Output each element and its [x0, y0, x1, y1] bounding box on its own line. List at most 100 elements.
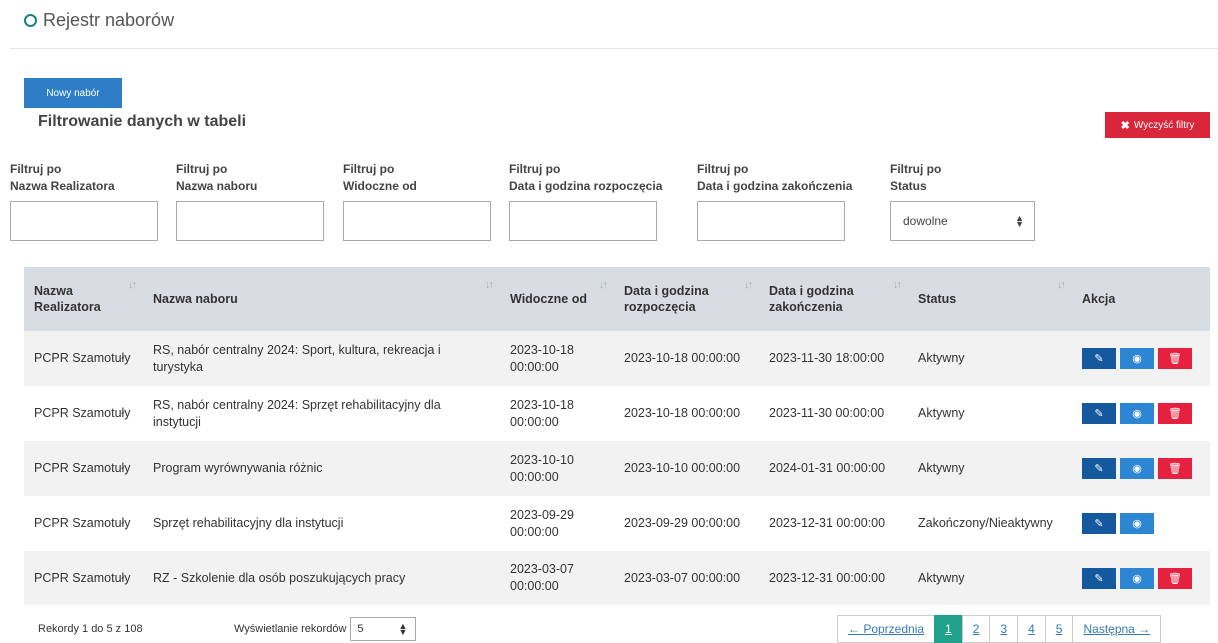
column-header-realizator[interactable]: Nazwa Realizatora ↓↑ [24, 267, 143, 331]
filter-realizator-input[interactable] [10, 201, 158, 241]
view-button[interactable]: ◉ [1120, 403, 1154, 424]
edit-button[interactable]: ✎ [1082, 458, 1116, 479]
table-row: PCPR Szamotuły RS, nabór centralny 2024:… [24, 331, 1210, 386]
filter-status-select[interactable]: dowolne ▲ ▼ [890, 201, 1035, 241]
page-link-1[interactable]: 1 [934, 615, 963, 643]
filter-label-prefix: Filtruj po [890, 162, 942, 176]
page-link-4[interactable]: 4 [1017, 615, 1046, 643]
eye-icon: ◉ [1132, 353, 1142, 365]
filter-label-prefix: Filtruj po [697, 162, 749, 176]
close-icon: ✖ [1120, 119, 1130, 132]
filter-label-prefix: Filtruj po [10, 162, 62, 176]
cell-actions: ✎ ◉ 🗑 [1072, 331, 1210, 386]
column-header-akcja: Akcja [1072, 267, 1210, 331]
prev-page-link[interactable]: ← Poprzednia [837, 615, 936, 643]
filter-end-date-input[interactable] [697, 201, 845, 241]
eye-icon: ◉ [1132, 463, 1142, 475]
column-label: Nazwa Realizatora [34, 284, 101, 314]
page-size-value: 5 [357, 623, 364, 635]
view-button[interactable]: ◉ [1120, 348, 1154, 369]
sort-icon: ↓↑ [1057, 279, 1066, 291]
view-button[interactable]: ◉ [1120, 458, 1154, 479]
column-header-start[interactable]: Data i godzina rozpoczęcia ↓↑ [614, 267, 759, 331]
cell-widoczne-od: 2023-10-18 00:00:00 [500, 386, 614, 441]
cell-actions: ✎ ◉ 🗑 [1072, 441, 1210, 496]
updown-icon: ▲ ▼ [398, 621, 408, 637]
cell-realizator: PCPR Szamotuły [24, 551, 143, 605]
pencil-icon: ✎ [1094, 463, 1104, 475]
column-label: Data i godzina rozpoczęcia [624, 284, 709, 314]
filter-label: Widoczne od [343, 179, 417, 193]
sort-icon: ↓↑ [485, 279, 494, 291]
filter-label: Nazwa Realizatora [10, 179, 115, 193]
sort-icon: ↓↑ [599, 279, 608, 291]
cell-actions: ✎ ◉ 🗑 [1072, 386, 1210, 441]
delete-button[interactable]: 🗑 [1158, 348, 1192, 369]
cell-status: Aktywny [908, 551, 1072, 605]
table-row: PCPR Szamotuły Program wyrównywania różn… [24, 441, 1210, 496]
filter-end-date: Filtruj po Data i godzina zakończenia [697, 161, 852, 241]
column-label: Status [918, 292, 957, 306]
cell-start: 2023-10-18 00:00:00 [614, 331, 759, 386]
view-button[interactable]: ◉ [1120, 567, 1154, 589]
cell-status: Aktywny [908, 331, 1072, 386]
edit-button[interactable]: ✎ [1082, 403, 1116, 424]
cell-start: 2023-10-10 00:00:00 [614, 441, 759, 496]
sort-icon: ↓↑ [128, 279, 137, 291]
edit-button[interactable]: ✎ [1082, 348, 1116, 369]
cell-start: 2023-09-29 00:00:00 [614, 496, 759, 551]
cell-widoczne-od: 2023-03-07 00:00:00 [500, 551, 614, 605]
cell-actions: ✎ ◉ [1072, 496, 1210, 551]
cell-realizator: PCPR Szamotuły [24, 496, 143, 551]
column-label: Nazwa naboru [153, 292, 238, 306]
page-size-select[interactable]: 5 ▲ ▼ [350, 617, 417, 641]
cell-nabor: Program wyrównywania różnic [143, 441, 500, 496]
edit-button[interactable]: ✎ [1082, 567, 1116, 589]
filter-nabor-input[interactable] [176, 201, 324, 241]
filter-label: Data i godzina rozpoczęcia [509, 179, 663, 193]
page-link-2[interactable]: 2 [961, 615, 991, 643]
pencil-icon: ✎ [1094, 353, 1104, 365]
sort-icon: ↓↑ [744, 279, 753, 291]
column-header-nabor[interactable]: Nazwa naboru ↓↑ [143, 267, 500, 331]
page-title: Rejestr naborów [43, 10, 175, 30]
filter-label-prefix: Filtruj po [176, 162, 228, 176]
next-page-link[interactable]: Następna → [1072, 615, 1162, 643]
cell-realizator: PCPR Szamotuły [24, 441, 143, 496]
page-size-control: Wyświetlanie rekordów 5 ▲ ▼ [234, 617, 417, 641]
cell-realizator: PCPR Szamotuły [24, 386, 143, 441]
filter-widoczne-od: Filtruj po Widoczne od [343, 161, 491, 241]
eye-icon: ◉ [1132, 408, 1142, 420]
clear-filters-button[interactable]: ✖ Wyczyść filtry [1105, 112, 1210, 138]
cell-nabor: RS, nabór centralny 2024: Sport, kultura… [143, 331, 500, 386]
edit-button[interactable]: ✎ [1082, 513, 1116, 534]
recruitment-table: Nazwa Realizatora ↓↑ Nazwa naboru ↓↑ Widoc… [24, 267, 1210, 605]
filter-label-prefix: Filtruj po [509, 162, 561, 176]
filter-start-date-input[interactable] [509, 201, 657, 241]
filter-status-value: dowolne [903, 214, 948, 228]
new-recruitment-button[interactable]: Nowy nabór [24, 78, 122, 108]
filter-widoczne-od-input[interactable] [343, 201, 491, 241]
circle-icon [24, 14, 37, 27]
cell-nabor: RS, nabór centralny 2024: Sprzęt rehabil… [143, 386, 500, 441]
column-label: Widoczne od [510, 292, 587, 306]
cell-end: 2023-12-31 00:00:00 [759, 551, 908, 605]
pencil-icon: ✎ [1094, 408, 1104, 420]
cell-end: 2023-11-30 18:00:00 [759, 331, 908, 386]
table-row: PCPR Szamotuły RS, nabór centralny 2024:… [24, 386, 1210, 441]
column-header-end[interactable]: Data i godzina zakończenia ↓↑ [759, 267, 908, 331]
delete-button[interactable]: 🗑 [1158, 567, 1192, 589]
delete-button[interactable]: 🗑 [1158, 403, 1192, 424]
table-row: PCPR Szamotuły RZ - Szkolenie dla osób p… [24, 551, 1210, 605]
page-header: Rejestr naborów [24, 10, 174, 31]
page-link-5[interactable]: 5 [1044, 615, 1074, 643]
column-header-widoczne-od[interactable]: Widoczne od ↓↑ [500, 267, 614, 331]
column-header-status[interactable]: Status ↓↑ [908, 267, 1072, 331]
cell-end: 2024-01-31 00:00:00 [759, 441, 908, 496]
view-button[interactable]: ◉ [1120, 513, 1154, 534]
delete-button[interactable]: 🗑 [1158, 458, 1192, 479]
page-link-3[interactable]: 3 [989, 615, 1019, 643]
filter-heading: Filtrowanie danych w tabeli [38, 113, 247, 130]
records-info: Rekordy 1 do 5 z 108 [38, 623, 143, 635]
filter-nabor: Filtruj po Nazwa naboru [176, 161, 324, 241]
